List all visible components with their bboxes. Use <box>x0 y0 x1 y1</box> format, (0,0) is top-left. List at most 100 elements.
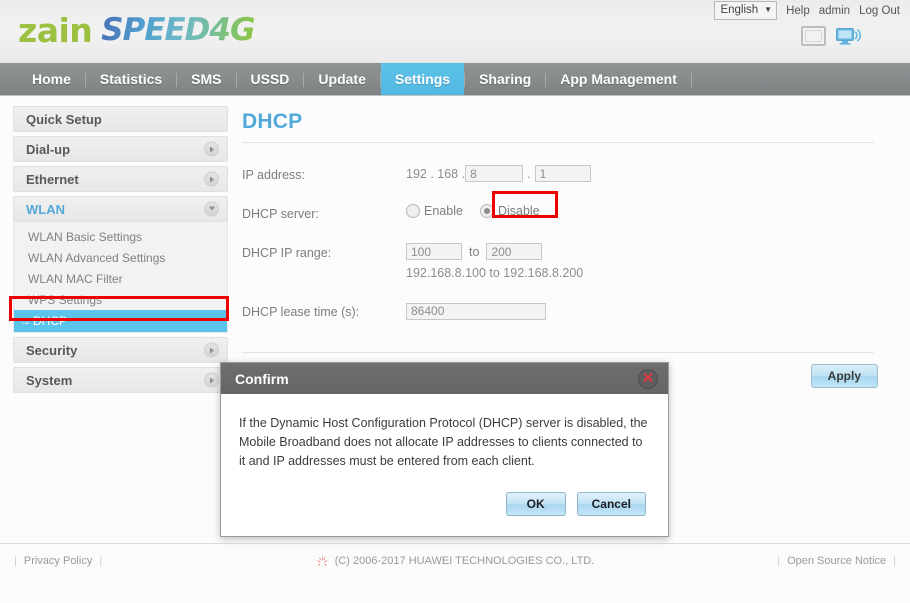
sidebar-subitem-label: DHCP <box>33 314 68 328</box>
dhcp-disable-radio[interactable] <box>479 204 494 218</box>
footer-pipe: | <box>893 555 896 567</box>
nav-item-statistics[interactable]: Statistics <box>86 63 176 95</box>
form-row-dhcp-lease-time: DHCP lease time (s): <box>242 302 910 320</box>
sidebar-item-label: Security <box>26 342 78 358</box>
main-navigation: Home Statistics SMS USSD Update Settings… <box>0 63 910 96</box>
sidebar-subitem-label: WPS Settings <box>28 292 103 307</box>
sidebar-item-system[interactable]: System <box>13 367 228 393</box>
chevron-right-icon <box>204 171 219 187</box>
dhcp-lease-time-label: DHCP lease time (s): <box>242 305 360 319</box>
chevron-right-icon <box>204 372 219 388</box>
confirm-dialog: Confirm ✕ If the Dynamic Host Configurat… <box>220 362 669 538</box>
open-source-notice-link[interactable]: Open Source Notice <box>787 555 886 567</box>
dhcp-enable-label: Enable <box>424 204 463 218</box>
logout-link[interactable]: Log Out <box>859 5 900 17</box>
dialog-title-bar: Confirm ✕ <box>221 363 668 394</box>
chevron-down-icon: ▼ <box>764 5 773 15</box>
sidebar-group-ethernet: Ethernet <box>13 166 228 192</box>
dhcp-range-end-input[interactable] <box>486 243 543 260</box>
sidebar-item-wps-settings[interactable]: WPS Settings <box>14 289 227 310</box>
nav-item-app-management[interactable]: App Management <box>546 63 691 95</box>
help-link[interactable]: Help <box>786 5 810 17</box>
close-glyph: ✕ <box>641 369 655 387</box>
sidebar-item-label: Ethernet <box>26 171 79 187</box>
footer-center: (C) 2006-2017 HUAWEI TECHNOLOGIES CO., L… <box>316 555 595 568</box>
nav-item-home[interactable]: Home <box>18 63 85 95</box>
ip-octet3-input[interactable] <box>465 165 524 182</box>
form-bottom-divider <box>242 352 874 353</box>
footer-pipe: | <box>14 555 17 567</box>
sidebar-subitem-label: WLAN MAC Filter <box>28 271 123 286</box>
sidebar-item-wlan-mac-filter[interactable]: WLAN MAC Filter <box>14 268 227 289</box>
sidebar-item-quick-setup[interactable]: Quick Setup <box>13 106 228 132</box>
top-links: English ▼ Help admin Log Out <box>714 1 900 21</box>
ip-address-group: 192 . 168 . . <box>406 165 910 182</box>
sidebar-item-wlan[interactable]: WLAN <box>13 196 228 222</box>
form-row-dhcp-ip-range: DHCP IP range: to 192.168.8.100 to 192.1… <box>242 243 910 280</box>
footer-pipe: | <box>777 555 781 567</box>
dialog-message: If the Dynamic Host Configuration Protoc… <box>239 416 648 468</box>
footer-right: | Open Source Notice | <box>777 555 896 567</box>
dialog-ok-button[interactable]: OK <box>505 492 566 517</box>
dialog-title: Confirm <box>235 370 289 387</box>
dhcp-ip-range-group: to <box>406 243 910 260</box>
dhcp-lease-time-input[interactable] <box>406 302 546 320</box>
sidebar-item-label: Dial-up <box>26 141 71 157</box>
ip-address-label: IP address: <box>242 168 306 182</box>
sidebar-item-dhcp[interactable]: → DHCP <box>14 310 227 332</box>
chevron-right-icon <box>204 141 219 157</box>
sidebar-subitem-label: WLAN Basic Settings <box>28 229 143 244</box>
status-icons <box>801 26 862 46</box>
admin-user-link[interactable]: admin <box>819 5 850 17</box>
footer-pipe: | <box>99 555 103 567</box>
nav-item-settings[interactable]: Settings <box>380 63 465 95</box>
sidebar-group-quick-setup: Quick Setup <box>13 106 228 132</box>
sidebar-item-label: Quick Setup <box>26 111 102 127</box>
sidebar-group-system: System <box>13 367 228 393</box>
dhcp-ip-range-label: DHCP IP range: <box>242 246 332 260</box>
arrow-right-icon: → <box>19 314 31 328</box>
dhcp-disable-label: Disable <box>497 204 540 218</box>
ip-address-prefix: 192 . 168 . <box>406 166 466 181</box>
range-to-label: to <box>469 244 480 259</box>
ip-dot-separator: . <box>527 166 531 181</box>
dhcp-enable-radio[interactable] <box>406 204 420 218</box>
footer-left: | Privacy Policy | <box>14 555 102 567</box>
form-row-dhcp-server: DHCP server: Enable Disable <box>242 204 910 221</box>
nav-item-sharing[interactable]: Sharing <box>465 63 545 95</box>
nav-item-ussd[interactable]: USSD <box>237 63 304 95</box>
dialog-actions: OK Cancel <box>221 480 668 536</box>
logo-zain-text: zain <box>18 10 93 50</box>
sidebar-subitem-label: WLAN Advanced Settings <box>28 250 166 265</box>
dhcp-form: IP address: 192 . 168 . . DHCP server: <box>242 143 910 320</box>
sidebar-group-security: Security <box>13 337 228 363</box>
dhcp-server-radio-group: Enable Disable <box>406 204 910 218</box>
page-footer: | Privacy Policy | (C) 2006-2017 HUAWEI … <box>0 543 910 603</box>
dhcp-range-hint: 192.168.8.100 to 192.168.8.200 <box>406 266 584 280</box>
privacy-policy-link[interactable]: Privacy Policy <box>24 555 92 567</box>
sidebar-item-ethernet[interactable]: Ethernet <box>13 166 228 192</box>
dialog-cancel-button[interactable]: Cancel <box>576 492 646 517</box>
sidebar-group-wlan: WLAN WLAN Basic Settings WLAN Advanced S… <box>13 196 228 333</box>
close-icon[interactable]: ✕ <box>638 368 658 389</box>
sidebar-group-dial-up: Dial-up <box>13 136 228 162</box>
sidebar-item-wlan-advanced-settings[interactable]: WLAN Advanced Settings <box>14 247 227 268</box>
nav-item-sms[interactable]: SMS <box>177 63 235 95</box>
ip-octet4-input[interactable] <box>534 165 591 182</box>
monitor-wifi-icon[interactable] <box>836 27 862 45</box>
copyright-text: (C) 2006-2017 HUAWEI TECHNOLOGIES CO., L… <box>334 555 595 567</box>
device-icon[interactable] <box>801 26 826 46</box>
router-admin-page: zain SPEED4G English ▼ Help admin Log Ou… <box>0 0 910 603</box>
form-row-ip-address: IP address: 192 . 168 . . <box>242 165 910 182</box>
sidebar-item-wlan-basic-settings[interactable]: WLAN Basic Settings <box>14 226 227 247</box>
language-select[interactable]: English ▼ <box>714 1 778 21</box>
language-select-value: English <box>720 4 759 16</box>
brand-logo: zain SPEED4G <box>18 8 255 52</box>
dhcp-range-start-input[interactable] <box>406 243 462 260</box>
apply-button[interactable]: Apply <box>810 364 878 388</box>
chevron-right-icon <box>204 342 219 358</box>
sidebar-submenu-wlan: WLAN Basic Settings WLAN Advanced Settin… <box>13 222 228 333</box>
sidebar-item-dial-up[interactable]: Dial-up <box>13 136 228 162</box>
sidebar-item-security[interactable]: Security <box>13 337 228 363</box>
nav-item-update[interactable]: Update <box>304 63 379 95</box>
